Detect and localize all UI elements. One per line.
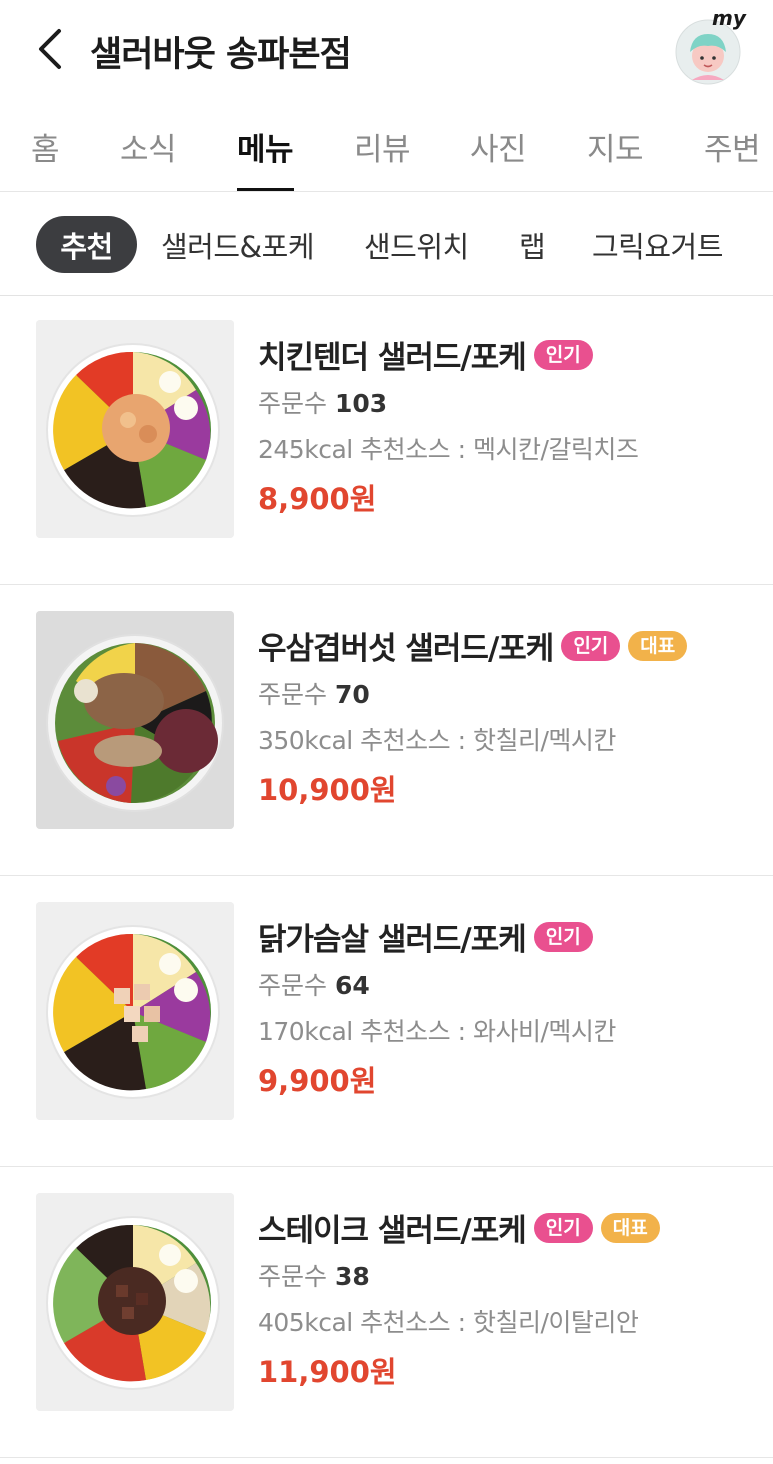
chevron-left-icon [39, 29, 61, 69]
category-wrap[interactable]: 랩 [519, 224, 546, 266]
category-greek-yogurt[interactable]: 그릭요거트 [592, 224, 723, 266]
orders-label: 주문수 [258, 389, 328, 418]
menu-item-image [36, 320, 234, 538]
orders-count: 70 [334, 680, 370, 709]
tab-reviews[interactable]: 리뷰 [354, 124, 411, 169]
badge-popular: 인기 [561, 630, 621, 661]
tab-menu[interactable]: 메뉴 [237, 124, 294, 169]
menu-item-price: 8,900원 [258, 482, 377, 516]
orders-count: 38 [334, 1262, 370, 1291]
menu-item-title-row: 스테이크 샐러드/포케 인기 대표 [258, 1205, 668, 1250]
tab-map[interactable]: 지도 [587, 124, 644, 169]
menu-item-orders: 주문수 38 [258, 1257, 370, 1293]
menu-item-title-row: 닭가슴살 샐러드/포케 인기 [258, 914, 601, 959]
store-title: 샐러바웃 송파본점 [90, 35, 352, 75]
orders-label: 주문수 [258, 680, 328, 709]
menu-item-price: 10,900원 [258, 773, 397, 807]
orders-count: 103 [334, 389, 388, 418]
menu-item-title-row: 치킨텐더 샐러드/포케 인기 [258, 332, 601, 377]
menu-item-image [36, 611, 234, 829]
menu-item-image [36, 1193, 234, 1411]
menu-item-name: 닭가슴살 샐러드/포케 [258, 922, 527, 958]
menu-item[interactable]: 치킨텐더 샐러드/포케 인기 주문수 103 245kcal 추천소스 : 멕시… [0, 294, 773, 585]
orders-label: 주문수 [258, 1262, 328, 1291]
menu-item-image [36, 902, 234, 1120]
tab-news[interactable]: 소식 [120, 124, 177, 169]
back-button[interactable] [28, 24, 72, 74]
menu-item-description: 350kcal 추천소스 : 핫칠리/멕시칸 [258, 726, 616, 755]
menu-item[interactable]: 닭가슴살 샐러드/포케 인기 주문수 64 170kcal 추천소스 : 와사비… [0, 876, 773, 1167]
badge-signature: 대표 [628, 630, 688, 661]
orders-count: 64 [334, 971, 370, 1000]
app-header: 샐러바웃 송파본점 my [0, 0, 773, 100]
badge-signature: 대표 [600, 1212, 660, 1243]
menu-item-price: 11,900원 [258, 1355, 397, 1389]
category-salad-poke[interactable]: 샐러드&포케 [161, 224, 315, 266]
menu-item-orders: 주문수 64 [258, 966, 370, 1002]
tab-home[interactable]: 홈 [31, 124, 60, 169]
menu-item-price: 9,900원 [258, 1064, 377, 1098]
category-recommended[interactable]: 추천 [36, 216, 137, 273]
badge-popular: 인기 [533, 1212, 593, 1243]
menu-item-description: 170kcal 추천소스 : 와사비/멕시칸 [258, 1017, 616, 1046]
orders-label: 주문수 [258, 971, 328, 1000]
tab-photos[interactable]: 사진 [470, 124, 527, 169]
menu-item[interactable]: 스테이크 샐러드/포케 인기 대표 주문수 38 405kcal 추천소스 : … [0, 1167, 773, 1458]
my-label: my [712, 6, 746, 30]
menu-item-orders: 주문수 103 [258, 384, 387, 420]
tab-nearby[interactable]: 주변 [704, 124, 761, 169]
category-sandwich[interactable]: 샌드위치 [364, 224, 469, 266]
menu-item[interactable]: 우삼겹버섯 샐러드/포케 인기 대표 주문수 70 350kcal 추천소스 :… [0, 585, 773, 876]
menu-item-name: 스테이크 샐러드/포케 [258, 1213, 527, 1249]
menu-item-description: 405kcal 추천소스 : 핫칠리/이탈리안 [258, 1308, 639, 1337]
main-tabs: 홈 소식 메뉴 리뷰 사진 지도 주변 [0, 106, 773, 192]
menu-item-name: 치킨텐더 샐러드/포케 [258, 340, 527, 376]
badge-popular: 인기 [533, 339, 593, 370]
menu-item-name: 우삼겹버섯 샐러드/포케 [258, 631, 554, 667]
badge-popular: 인기 [533, 921, 593, 952]
category-bar: 추천 샐러드&포케 샌드위치 랩 그릭요거트 [0, 192, 773, 296]
menu-item-description: 245kcal 추천소스 : 멕시칸/갈릭치즈 [258, 435, 639, 464]
menu-item-orders: 주문수 70 [258, 675, 370, 711]
menu-item-title-row: 우삼겹버섯 샐러드/포케 인기 대표 [258, 623, 695, 668]
